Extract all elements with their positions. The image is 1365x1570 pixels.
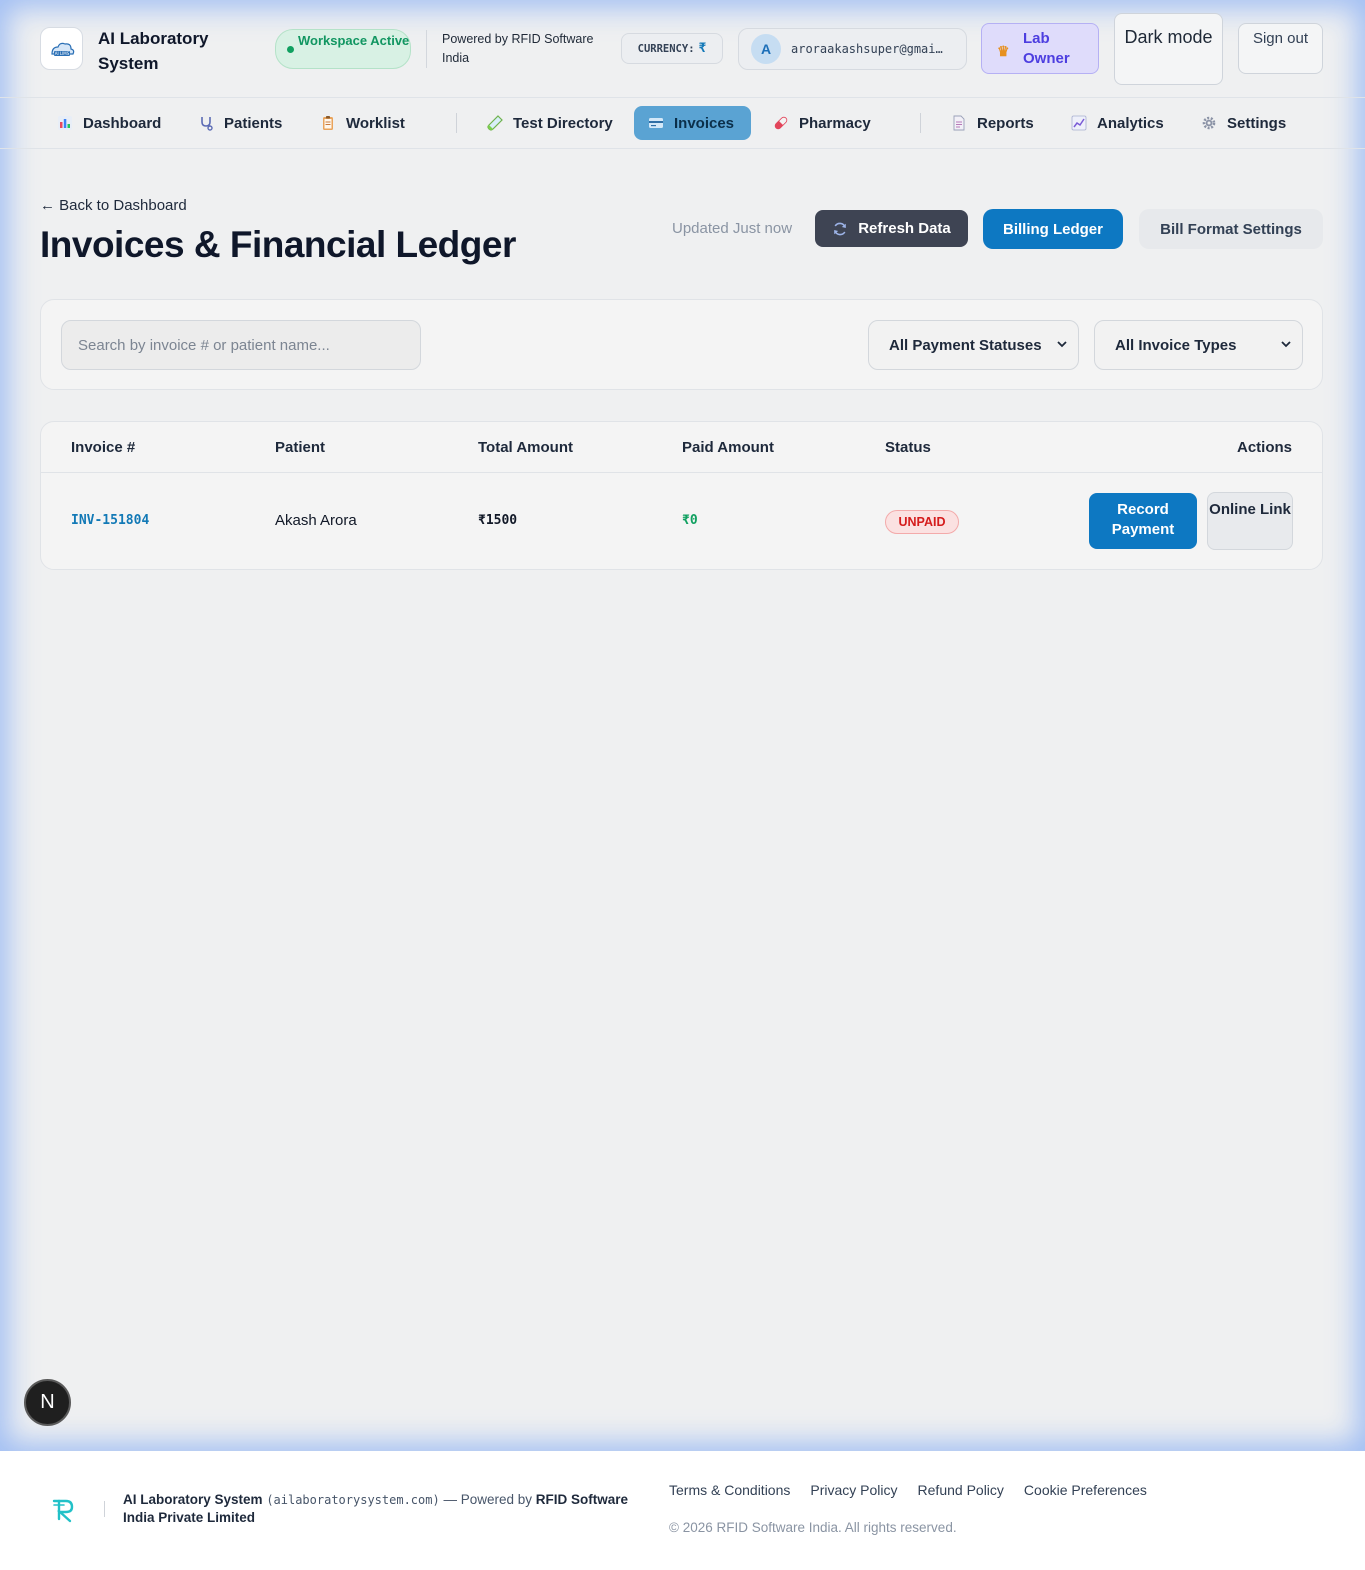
document-icon	[953, 115, 965, 131]
nav-label: Invoices	[674, 114, 735, 132]
nav-label: Test Directory	[513, 114, 613, 132]
privacy-link[interactable]: Privacy Policy	[810, 1482, 897, 1498]
patient-name: Akash Arora	[275, 512, 357, 529]
column-header-status: Status	[885, 439, 931, 456]
footer: AI Laboratory System (ailaboratorysystem…	[0, 1451, 1365, 1570]
nav-item-pharmacy[interactable]: Pharmacy	[759, 106, 885, 140]
invoice-number-link[interactable]: INV-151804	[71, 513, 149, 528]
invoice-type-value: All Invoice Types	[1115, 336, 1237, 354]
nav-label: Settings	[1227, 114, 1287, 132]
refund-link[interactable]: Refund Policy	[918, 1482, 1004, 1498]
footer-links: Terms & Conditions Privacy Policy Refund…	[669, 1482, 1147, 1498]
back-to-dashboard-link[interactable]: ← Back to Dashboard	[40, 197, 187, 214]
line-chart-icon	[1071, 115, 1087, 131]
record-payment-button[interactable]: Record Payment	[1089, 493, 1197, 549]
sign-out-button[interactable]: Sign out	[1238, 23, 1323, 74]
nav-label: Patients	[224, 114, 283, 132]
nav-divider	[456, 113, 457, 133]
column-header-invoice: Invoice #	[71, 439, 136, 456]
search-input[interactable]	[61, 320, 421, 370]
powered-by-text: Powered by RFID Software India	[442, 32, 594, 65]
online-link-button[interactable]: Online Link	[1207, 492, 1293, 550]
status-badge: UNPAID	[885, 510, 959, 534]
paid-amount: ₹0	[682, 513, 698, 528]
stethoscope-icon	[201, 117, 213, 131]
avatar: A	[751, 34, 781, 64]
filter-card: All Payment Statuses All Invoice Types	[40, 299, 1323, 390]
column-header-paid: Paid Amount	[682, 439, 774, 456]
nav-item-reports[interactable]: Reports	[937, 106, 1048, 140]
pill-icon	[774, 116, 788, 130]
cookie-preferences-link[interactable]: Cookie Preferences	[1024, 1482, 1147, 1498]
nav-item-dashboard[interactable]: Dashboard	[43, 106, 175, 140]
table-header: Invoice # Patient Total Amount Paid Amou…	[41, 422, 1322, 473]
terms-link[interactable]: Terms & Conditions	[669, 1482, 790, 1498]
chevron-down-icon	[1057, 341, 1067, 348]
role-label: Lab Owner	[1023, 30, 1070, 67]
nav-item-settings[interactable]: Settings	[1187, 106, 1300, 140]
app-logo[interactable]: AI LIMS	[40, 27, 83, 70]
column-header-patient: Patient	[275, 439, 326, 456]
clipboard-icon	[323, 116, 333, 130]
nav-label: Analytics	[1097, 114, 1164, 132]
app-title: AI Laboratory System	[98, 29, 209, 73]
nav-label: Dashboard	[83, 114, 162, 132]
credit-card-icon	[649, 118, 663, 128]
payment-status-value: All Payment Statuses	[889, 336, 1042, 354]
nav-divider	[920, 113, 921, 133]
nav-label: Worklist	[346, 114, 405, 132]
last-updated-text: Updated Just now	[672, 220, 793, 237]
currency-symbol: ₹	[698, 41, 707, 56]
bar-chart-icon	[58, 116, 72, 130]
column-header-actions: Actions	[1236, 439, 1292, 456]
dark-mode-button[interactable]: Dark mode	[1114, 13, 1223, 85]
floating-n-badge[interactable]: N	[24, 1379, 71, 1426]
nav-item-analytics[interactable]: Analytics	[1057, 106, 1178, 140]
invoices-table: Invoice # Patient Total Amount Paid Amou…	[40, 421, 1323, 570]
gear-icon	[1202, 116, 1216, 130]
nav-label: Reports	[977, 114, 1034, 132]
rfid-logo-icon	[52, 1499, 74, 1523]
refresh-icon	[834, 222, 847, 235]
divider	[426, 30, 427, 68]
invoice-type-select[interactable]: All Invoice Types	[1094, 320, 1303, 370]
workspace-status-badge: Workspace Active	[275, 29, 411, 69]
role-badge-button[interactable]: ♛ Lab Owner	[981, 23, 1099, 74]
chevron-down-icon	[1281, 341, 1291, 348]
footer-divider	[104, 1501, 105, 1517]
payment-status-select[interactable]: All Payment Statuses	[868, 320, 1079, 370]
footer-domain: (ailaboratorysystem.com)	[266, 1493, 440, 1507]
nav-item-invoices[interactable]: Invoices	[634, 106, 751, 140]
user-account-pill[interactable]: A aroraakashsuper@gmai…	[738, 28, 967, 70]
main-nav: Dashboard Patients Worklist Test Directo…	[0, 98, 1365, 149]
top-header: AI LIMS AI Laboratory System Workspace A…	[0, 0, 1365, 98]
workspace-status-label: Workspace Active	[298, 33, 410, 48]
app-shell: AI LIMS AI Laboratory System Workspace A…	[0, 0, 1365, 1451]
page-title: Invoices & Financial Ledger	[40, 224, 516, 265]
test-tube-icon	[487, 115, 503, 131]
column-header-total: Total Amount	[478, 439, 573, 456]
footer-powered-prefix: — Powered by	[439, 1492, 536, 1507]
nav-label: Pharmacy	[799, 114, 871, 132]
refresh-label: Refresh Data	[858, 220, 951, 237]
nav-item-patients[interactable]: Patients	[184, 106, 296, 140]
nav-item-test-directory[interactable]: Test Directory	[473, 106, 627, 140]
footer-brand-name: AI Laboratory System	[123, 1492, 263, 1507]
refresh-data-button[interactable]: Refresh Data	[815, 210, 968, 247]
user-email: aroraakashsuper@gmai…	[791, 42, 943, 56]
status-dot-icon	[287, 46, 294, 53]
footer-brand-text: AI Laboratory System (ailaboratorysystem…	[123, 1491, 653, 1527]
crown-icon: ♛	[997, 43, 1010, 59]
total-amount: ₹1500	[478, 513, 518, 528]
bill-format-settings-button[interactable]: Bill Format Settings	[1139, 209, 1323, 249]
billing-ledger-button[interactable]: Billing Ledger	[983, 209, 1123, 249]
nav-item-worklist[interactable]: Worklist	[306, 106, 419, 140]
currency-indicator[interactable]: CURRENCY: ₹	[621, 33, 723, 64]
copyright-text: © 2026 RFID Software India. All rights r…	[669, 1520, 957, 1535]
svg-text:AI LIMS: AI LIMS	[54, 51, 69, 56]
currency-label: CURRENCY:	[637, 42, 695, 55]
lab-logo-icon: AI LIMS	[50, 42, 74, 56]
